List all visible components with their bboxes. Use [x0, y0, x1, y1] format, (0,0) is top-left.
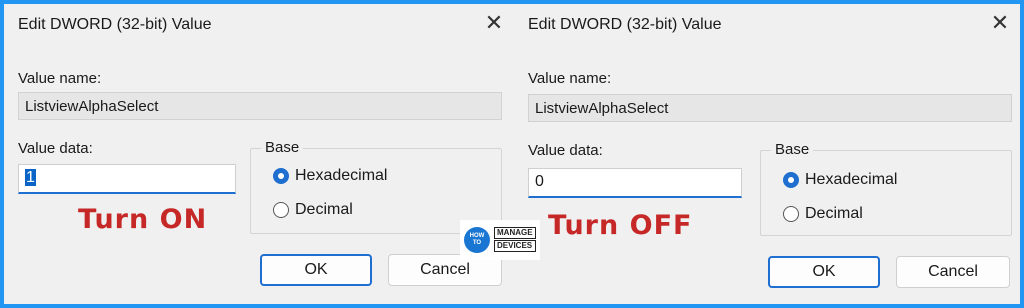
hexadecimal-radio[interactable] — [783, 172, 799, 188]
base-label: Base — [771, 141, 814, 158]
value-data-text: 0 — [535, 173, 544, 190]
value-name-text: ListviewAlphaSelect — [535, 100, 669, 117]
hexadecimal-option[interactable]: Hexadecimal — [273, 167, 387, 185]
dialog-title: Edit DWORD (32-bit) Value — [528, 16, 722, 33]
logo-wordmark: MANAGE DEVICES — [494, 227, 536, 253]
logo-word-devices: DEVICES — [494, 240, 536, 252]
decimal-radio[interactable] — [783, 206, 799, 222]
logo-badge-line1: HOW — [469, 233, 485, 239]
decimal-radio[interactable] — [273, 202, 289, 218]
value-data-text: 1 — [25, 169, 36, 186]
hexadecimal-radio[interactable] — [273, 168, 289, 184]
value-data-input[interactable]: 0 — [528, 168, 742, 198]
title-bar: Edit DWORD (32-bit) Value ✕ — [514, 4, 1020, 44]
decimal-option[interactable]: Decimal — [783, 205, 863, 223]
hexadecimal-label: Hexadecimal — [805, 171, 898, 188]
turn-on-annotation: Turn ON — [78, 204, 208, 235]
base-group: Base Hexadecimal Decimal — [760, 141, 1012, 236]
ok-button[interactable]: OK — [260, 254, 372, 286]
decimal-label: Decimal — [295, 201, 353, 218]
value-name-field: ListviewAlphaSelect — [18, 92, 502, 120]
base-label: Base — [261, 139, 304, 156]
turn-off-annotation: Turn OFF — [548, 210, 693, 241]
value-name-label: Value name: — [528, 70, 612, 87]
edit-dword-dialog-on: Edit DWORD (32-bit) Value ✕ Value name: … — [4, 4, 514, 304]
ok-button[interactable]: OK — [768, 256, 880, 288]
decimal-label: Decimal — [805, 205, 863, 222]
cancel-button[interactable]: Cancel — [896, 256, 1010, 288]
logo-badge-icon: HOW TO — [464, 227, 490, 253]
decimal-option[interactable]: Decimal — [273, 201, 353, 219]
dialog-title: Edit DWORD (32-bit) Value — [18, 16, 212, 33]
screenshot-frame: Edit DWORD (32-bit) Value ✕ Value name: … — [4, 4, 1020, 304]
how-to-manage-devices-logo: HOW TO MANAGE DEVICES — [460, 220, 540, 260]
value-data-label: Value data: — [528, 142, 603, 159]
logo-word-manage: MANAGE — [494, 227, 536, 239]
value-data-input[interactable]: 1 — [18, 164, 236, 194]
value-data-label: Value data: — [18, 140, 93, 157]
value-name-text: ListviewAlphaSelect — [25, 98, 159, 115]
close-icon[interactable]: ✕ — [482, 12, 506, 36]
close-icon[interactable]: ✕ — [988, 12, 1012, 36]
value-name-label: Value name: — [18, 70, 102, 87]
title-bar: Edit DWORD (32-bit) Value ✕ — [4, 4, 514, 44]
hexadecimal-option[interactable]: Hexadecimal — [783, 171, 897, 189]
hexadecimal-label: Hexadecimal — [295, 167, 388, 184]
value-name-field: ListviewAlphaSelect — [528, 94, 1012, 122]
edit-dword-dialog-off: Edit DWORD (32-bit) Value ✕ Value name: … — [514, 4, 1020, 304]
logo-badge-line2: TO — [472, 240, 482, 246]
